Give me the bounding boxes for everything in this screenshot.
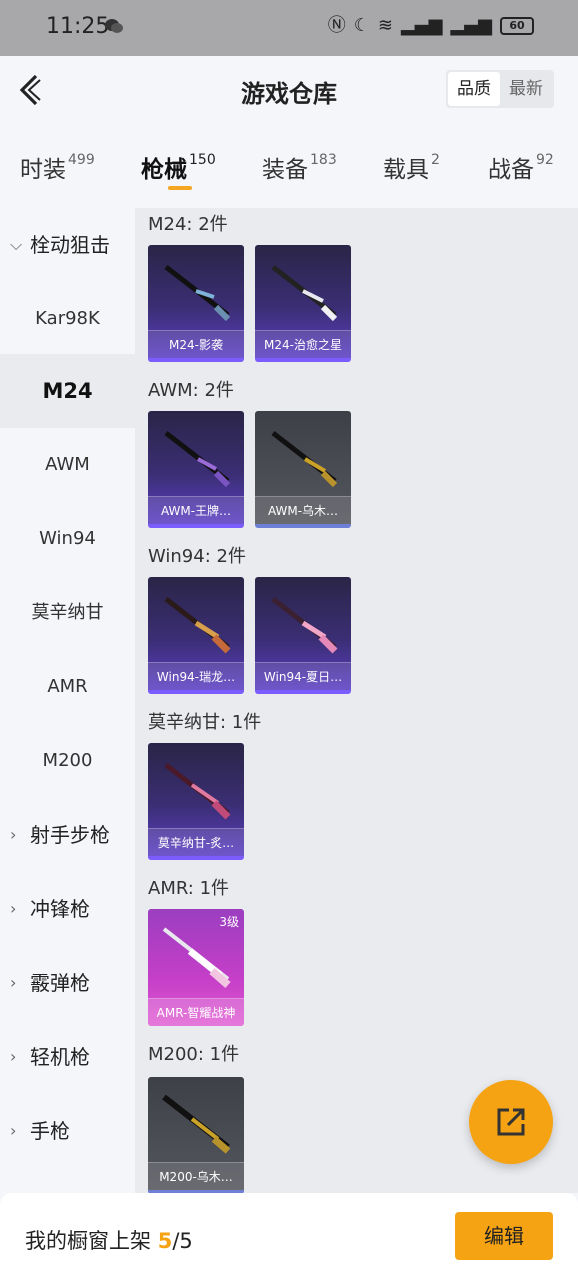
rifle-icon <box>164 763 231 820</box>
status-icons: Ⓝ ☾ ≋ ▂▄▆ ▂▄▆ 60 <box>328 14 534 38</box>
nfc-icon: Ⓝ <box>327 15 346 36</box>
rifle-icon <box>164 431 231 488</box>
sidebar-group-shotgun[interactable]: › 霰弹枪 <box>0 946 135 1020</box>
chevron-down-icon: ⌵ <box>10 235 23 254</box>
rifle-icon <box>271 597 338 654</box>
tab-equipment[interactable]: 装备 183 <box>262 150 337 184</box>
sidebar-group-lmg[interactable]: › 轻机枪 <box>0 1020 135 1094</box>
sidebar: ⌵ 栓动狙击 Kar98K M24 AWM Win94 莫辛纳甘 AMR M20… <box>0 208 135 1193</box>
tab-count: 92 <box>536 152 554 168</box>
item-card[interactable]: M24-影袭 <box>148 245 244 362</box>
sidebar-group-label: 手枪 <box>30 1119 70 1143</box>
rifle-icon <box>164 265 231 322</box>
section-label: Win94: 2件 <box>148 546 246 567</box>
rifle-icon <box>164 597 231 654</box>
section-label: 莫辛纳甘: 1件 <box>148 712 262 733</box>
tab-label: 载具 <box>383 157 429 183</box>
item-card[interactable]: 3级 AMR-智耀战神 <box>148 909 244 1026</box>
sidebar-group-pistol[interactable]: › 手枪 <box>0 1094 135 1168</box>
battery-icon: 60 <box>500 17 534 35</box>
item-name: M200-乌木… <box>148 1162 244 1190</box>
sidebar-group-label: 霰弹枪 <box>30 971 90 995</box>
tab-count: 150 <box>189 152 216 168</box>
chevron-right-icon: › <box>10 899 17 918</box>
sidebar-group-smg[interactable]: › 冲锋枪 <box>0 872 135 946</box>
tab-label: 装备 <box>262 157 308 183</box>
share-button[interactable] <box>469 1080 553 1164</box>
sidebar-group-bolt-action[interactable]: ⌵ 栓动狙击 <box>0 208 135 282</box>
sidebar-group-label: 轻机枪 <box>30 1045 90 1069</box>
sidebar-item-m200[interactable]: M200 <box>0 724 135 798</box>
header: 游戏仓库 品质 最新 <box>0 56 578 128</box>
active-tab-indicator <box>168 186 192 190</box>
tab-count: 2 <box>431 152 440 168</box>
item-card[interactable]: 莫辛纳甘-炙… <box>148 743 244 860</box>
showcase-used-count: 5 <box>157 1229 173 1253</box>
wifi-icon: ≋ <box>377 15 393 36</box>
tab-label: 战备 <box>488 157 534 183</box>
showcase-status: 我的橱窗上架 5/5 <box>25 1225 193 1255</box>
item-name: AWM-王牌… <box>148 496 244 524</box>
rifle-icon <box>271 431 338 488</box>
wechat-icon <box>105 19 123 33</box>
item-card[interactable]: Win94-瑞龙… <box>148 577 244 694</box>
section-label: M24: 2件 <box>148 214 228 235</box>
item-name: M24-影袭 <box>148 330 244 358</box>
section-label: AWM: 2件 <box>148 380 234 401</box>
showcase-total-count: /5 <box>172 1229 193 1253</box>
share-icon <box>497 1108 525 1136</box>
status-bar: 11:25 Ⓝ ☾ ≋ ▂▄▆ ▂▄▆ 60 <box>0 0 578 56</box>
edit-button[interactable]: 编辑 <box>455 1212 553 1260</box>
item-name: Win94-瑞龙… <box>148 662 244 690</box>
sort-newest-button[interactable]: 最新 <box>500 72 552 106</box>
item-name: AWM-乌木… <box>255 496 351 524</box>
tab-vehicles[interactable]: 载具 2 <box>383 150 440 184</box>
sort-quality-button[interactable]: 品质 <box>448 72 500 106</box>
sidebar-item-mosin[interactable]: 莫辛纳甘 <box>0 576 135 650</box>
item-name: AMR-智耀战神 <box>148 998 244 1026</box>
item-name: 莫辛纳甘-炙… <box>148 828 244 856</box>
section-label: M200: 1件 <box>148 1044 240 1065</box>
chevron-right-icon: › <box>10 1047 17 1066</box>
item-name: M24-治愈之星 <box>255 330 351 358</box>
status-time: 11:25 <box>46 14 110 39</box>
sidebar-group-label: 射手步枪 <box>30 823 110 847</box>
signal-icon-2: ▂▄▆ <box>450 15 492 36</box>
sort-toggle[interactable]: 品质 最新 <box>446 70 554 108</box>
sidebar-group-marksman[interactable]: › 射手步枪 <box>0 798 135 872</box>
section-label: AMR: 1件 <box>148 878 230 899</box>
tab-count: 499 <box>68 152 95 168</box>
tab-fashion[interactable]: 时装 499 <box>20 150 95 184</box>
inventory-grid: M24: 2件 M24-影袭 M24-治愈之星 AWM: 2件 AWM-王牌… … <box>135 208 578 1193</box>
rifle-icon <box>162 927 231 989</box>
item-card[interactable]: AWM-王牌… <box>148 411 244 528</box>
bottom-bar: 我的橱窗上架 5/5 编辑 <box>0 1193 578 1280</box>
tab-guns[interactable]: 枪械 150 <box>141 150 216 184</box>
signal-icon: ▂▄▆ <box>400 15 443 36</box>
category-tabs: 时装 499 枪械 150 装备 183 载具 2 战备 92 <box>0 140 578 200</box>
item-card[interactable]: AWM-乌木… <box>255 411 351 528</box>
sidebar-group-label: 冲锋枪 <box>30 897 90 921</box>
sidebar-item-kar98k[interactable]: Kar98K <box>0 282 135 356</box>
item-name: Win94-夏日… <box>255 662 351 690</box>
sidebar-group-label: 栓动狙击 <box>30 233 110 257</box>
tab-label: 枪械 <box>141 157 187 183</box>
chevron-right-icon: › <box>10 1121 17 1140</box>
moon-icon: ☾ <box>353 15 370 36</box>
chevron-right-icon: › <box>10 825 17 844</box>
tab-label: 时装 <box>20 157 66 183</box>
sidebar-item-awm[interactable]: AWM <box>0 428 135 502</box>
chevron-right-icon: › <box>10 973 17 992</box>
item-card[interactable]: Win94-夏日… <box>255 577 351 694</box>
tab-combat-gear[interactable]: 战备 92 <box>488 150 554 184</box>
sidebar-item-amr[interactable]: AMR <box>0 650 135 724</box>
sidebar-item-m24[interactable]: M24 <box>0 354 135 428</box>
tab-count: 183 <box>310 152 337 168</box>
sidebar-item-win94[interactable]: Win94 <box>0 502 135 576</box>
rifle-icon <box>271 265 338 322</box>
item-card[interactable]: M24-治愈之星 <box>255 245 351 362</box>
rifle-icon <box>162 1094 231 1154</box>
showcase-label: 我的橱窗上架 <box>25 1229 151 1253</box>
item-card[interactable]: M200-乌木… <box>148 1077 244 1193</box>
